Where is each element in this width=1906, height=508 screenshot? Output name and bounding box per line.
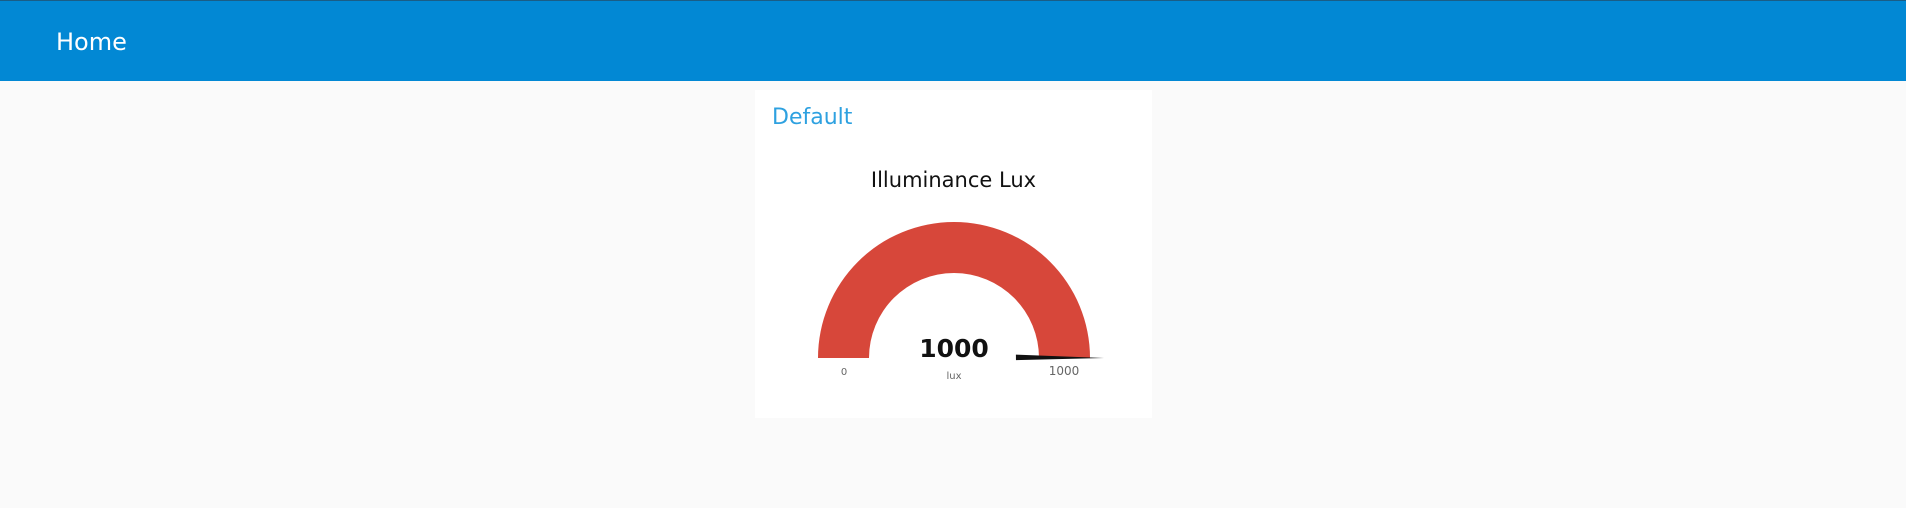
top-toolbar: Home (0, 0, 1906, 81)
dashboard-group-card: Default Illuminance Lux 1000 lux 0 1000 (755, 90, 1152, 418)
illuminance-gauge: 1000 lux 0 1000 (818, 222, 1104, 382)
page-title: Home (56, 28, 127, 56)
gauge-value: 1000 (919, 334, 989, 363)
gauge-max-label: 1000 (1049, 364, 1080, 378)
gauge-units: lux (946, 371, 961, 382)
gauge-min-label: 0 (841, 367, 847, 378)
